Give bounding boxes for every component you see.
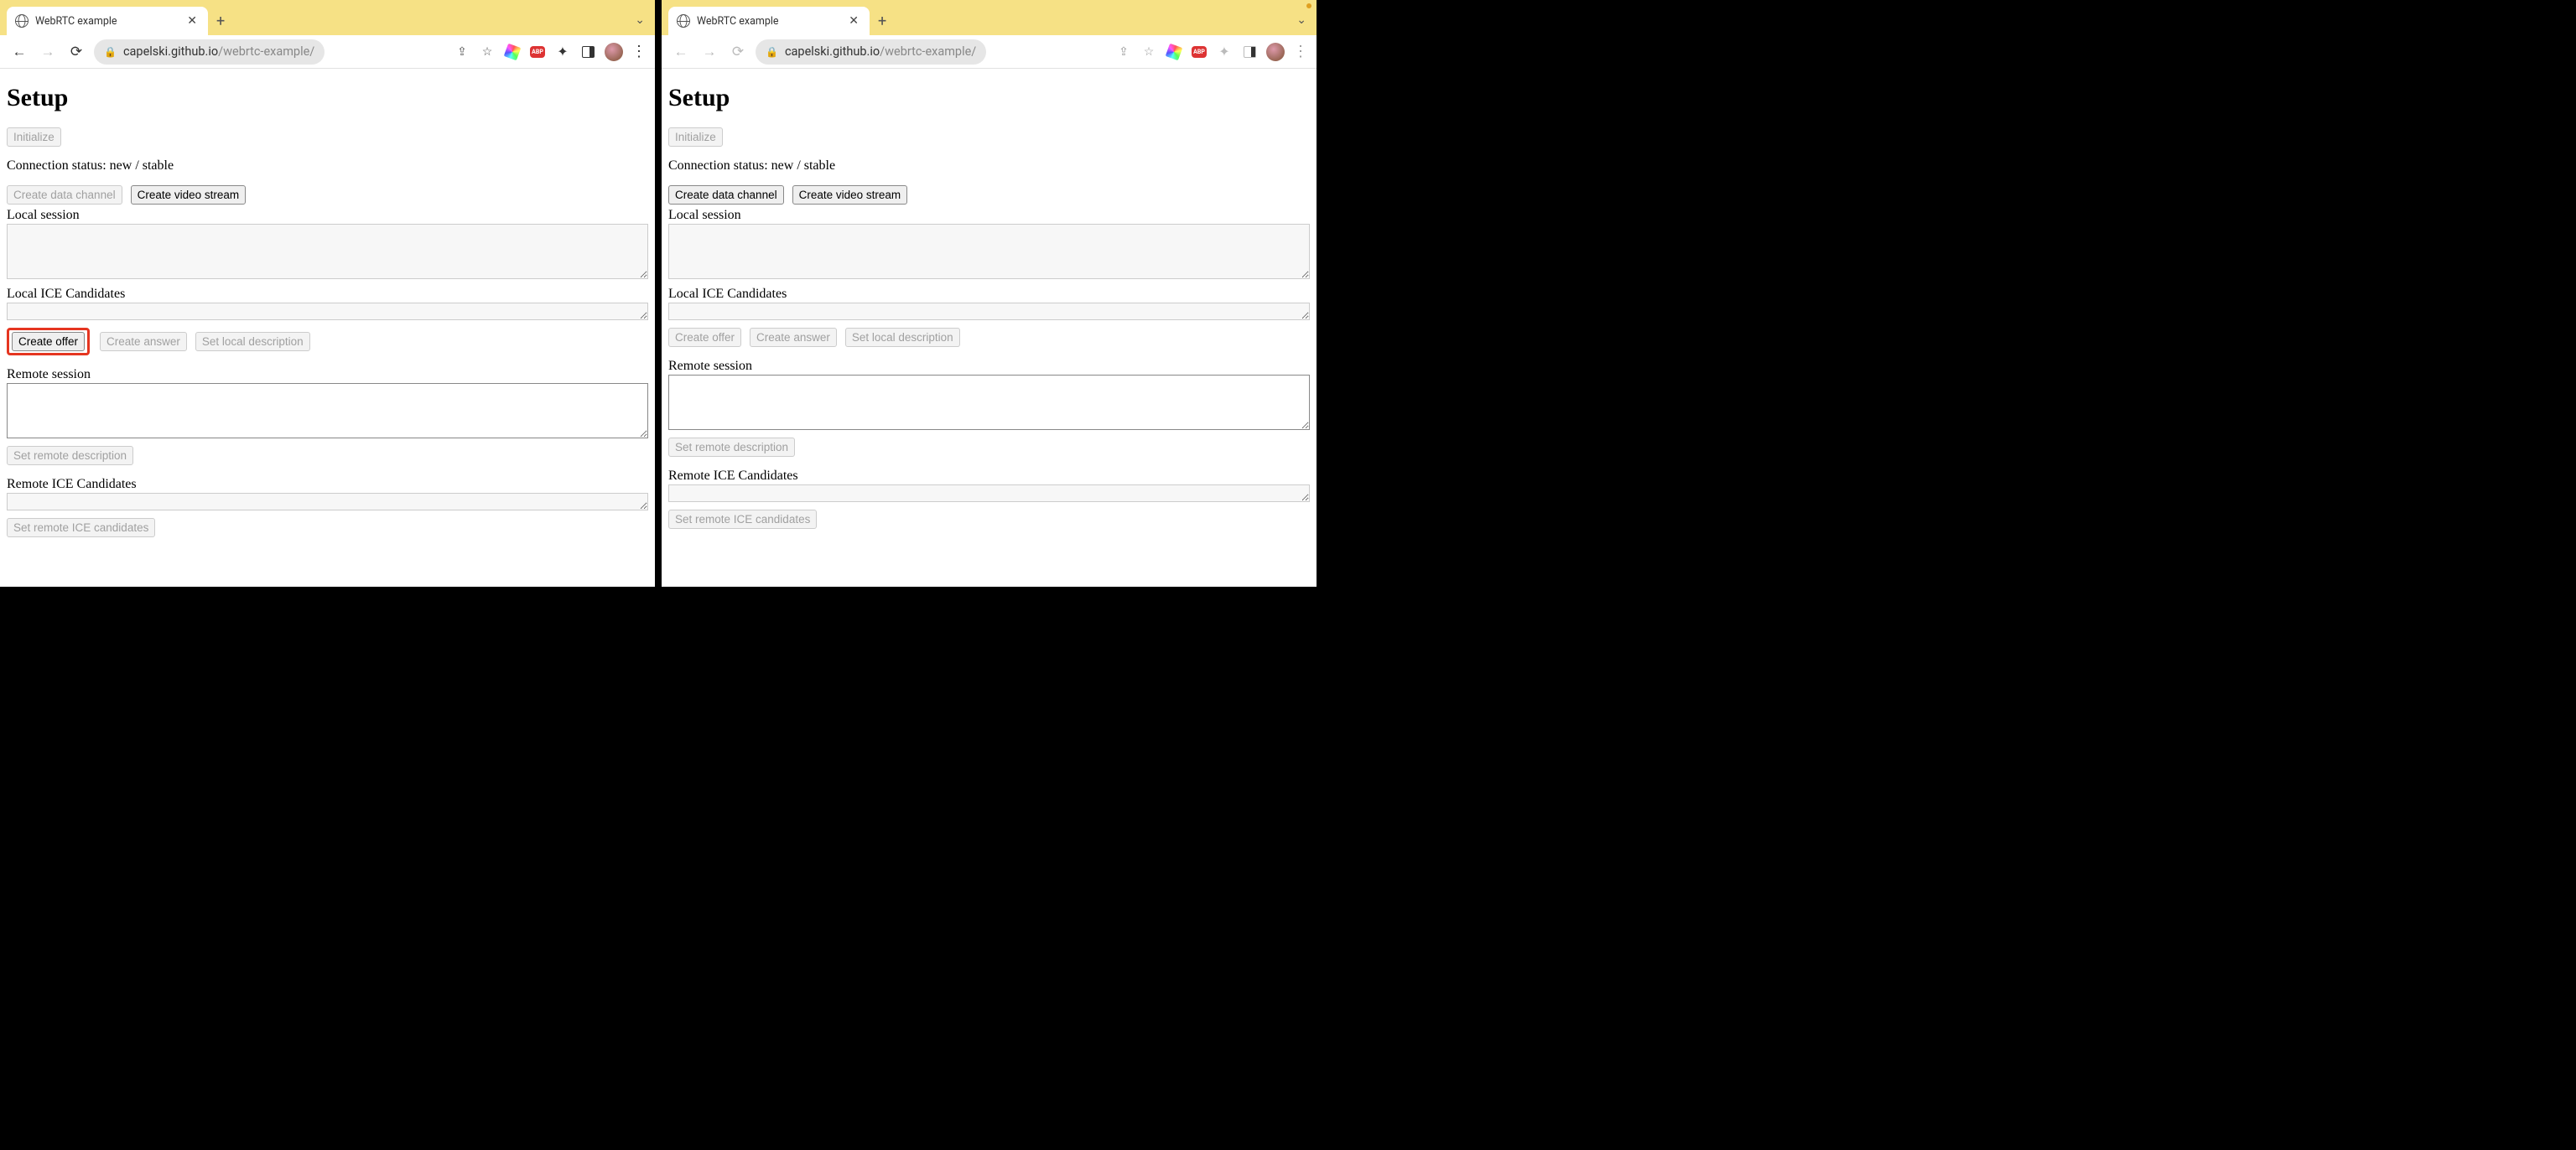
color-extension-icon[interactable]	[504, 44, 521, 60]
remote-ice-textarea[interactable]	[7, 493, 648, 510]
set-remote-description-button: Set remote description	[668, 438, 795, 457]
close-tab-icon[interactable]: ✕	[846, 14, 861, 28]
browser-tab[interactable]: WebRTC example ✕	[7, 7, 208, 35]
connection-status: Connection status: new / stable	[668, 158, 1310, 174]
back-button[interactable]: ←	[8, 41, 30, 63]
window-controls[interactable]	[1306, 3, 1311, 8]
page-heading: Setup	[7, 84, 648, 112]
tab-list-chevron-icon[interactable]: ⌄	[635, 13, 645, 27]
remote-ice-label: Remote ICE Candidates	[7, 477, 648, 492]
local-session-textarea	[668, 224, 1310, 279]
create-offer-button[interactable]: Create offer	[12, 332, 85, 351]
url-text: capelski.github.io/webrtc-example/	[123, 44, 314, 59]
tab-list-chevron-icon[interactable]: ⌄	[1296, 13, 1306, 27]
kebab-menu-icon[interactable]: ⋮	[1293, 43, 1308, 60]
back-button: ←	[670, 41, 692, 63]
address-bar[interactable]: 🔒 capelski.github.io/webrtc-example/	[756, 39, 986, 65]
new-tab-button[interactable]: +	[208, 13, 233, 30]
new-tab-button[interactable]: +	[870, 13, 895, 30]
initialize-button: Initialize	[668, 127, 723, 147]
set-remote-ice-button: Set remote ICE candidates	[668, 510, 817, 529]
page-content: Setup Initialize Connection status: new …	[662, 69, 1317, 587]
adblock-icon[interactable]: ABP	[529, 44, 546, 60]
toolbar-right: ⇪ ☆ ABP ✦ ⋮	[454, 43, 647, 61]
remote-session-textarea[interactable]	[668, 375, 1310, 430]
globe-icon	[15, 14, 29, 28]
create-video-stream-button[interactable]: Create video stream	[792, 185, 908, 205]
create-data-channel-button: Create data channel	[7, 185, 122, 205]
adblock-icon[interactable]: ABP	[1191, 44, 1208, 60]
create-answer-button: Create answer	[100, 332, 187, 351]
tab-strip: WebRTC example ✕ + ⌄	[0, 0, 655, 35]
close-tab-icon[interactable]: ✕	[184, 14, 200, 28]
set-remote-description-button: Set remote description	[7, 446, 133, 465]
forward-button: →	[699, 41, 720, 63]
reload-button[interactable]: ⟳	[65, 41, 87, 63]
create-data-channel-button[interactable]: Create data channel	[668, 185, 784, 205]
browser-toolbar: ← → ⟳ 🔒 capelski.github.io/webrtc-exampl…	[0, 35, 655, 69]
remote-ice-label: Remote ICE Candidates	[668, 469, 1310, 484]
local-session-label: Local session	[7, 208, 648, 223]
local-ice-textarea	[7, 303, 648, 320]
profile-avatar[interactable]	[1266, 43, 1285, 61]
local-ice-textarea	[668, 303, 1310, 320]
browser-window-left: WebRTC example ✕ + ⌄ ← → ⟳ 🔒 capelski.gi…	[0, 0, 655, 587]
lock-icon: 🔒	[766, 46, 778, 58]
page-content: Setup Initialize Connection status: new …	[0, 69, 655, 587]
remote-ice-textarea[interactable]	[668, 484, 1310, 502]
create-offer-highlight: Create offer	[7, 328, 90, 355]
tab-title: WebRTC example	[697, 15, 839, 28]
globe-icon	[677, 14, 690, 28]
bookmark-star-icon[interactable]: ☆	[1140, 44, 1157, 60]
address-bar[interactable]: 🔒 capelski.github.io/webrtc-example/	[94, 39, 325, 65]
browser-toolbar: ← → ⟳ 🔒 capelski.github.io/webrtc-exampl…	[662, 35, 1317, 69]
create-answer-button: Create answer	[750, 328, 837, 347]
tab-strip: WebRTC example ✕ + ⌄	[662, 0, 1317, 35]
initialize-button: Initialize	[7, 127, 61, 147]
side-panel-icon[interactable]	[579, 44, 596, 60]
create-video-stream-button[interactable]: Create video stream	[131, 185, 247, 205]
browser-window-right: WebRTC example ✕ + ⌄ ← → ⟳ 🔒 capelski.gi…	[662, 0, 1317, 587]
set-remote-ice-button: Set remote ICE candidates	[7, 518, 155, 537]
set-local-description-button: Set local description	[195, 332, 310, 351]
url-text: capelski.github.io/webrtc-example/	[785, 44, 976, 59]
set-local-description-button: Set local description	[845, 328, 960, 347]
kebab-menu-icon[interactable]: ⋮	[631, 43, 647, 60]
local-ice-label: Local ICE Candidates	[668, 287, 1310, 302]
remote-session-label: Remote session	[7, 367, 648, 382]
extensions-puzzle-icon[interactable]: ✦	[1216, 44, 1233, 60]
page-heading: Setup	[668, 84, 1310, 112]
reload-button[interactable]: ⟳	[727, 41, 749, 63]
remote-session-label: Remote session	[668, 359, 1310, 374]
window-divider[interactable]	[655, 0, 662, 587]
bookmark-star-icon[interactable]: ☆	[479, 44, 496, 60]
tab-title: WebRTC example	[35, 15, 178, 28]
color-extension-icon[interactable]	[1166, 44, 1182, 60]
share-icon[interactable]: ⇪	[454, 44, 470, 60]
local-ice-label: Local ICE Candidates	[7, 287, 648, 302]
side-panel-icon[interactable]	[1241, 44, 1258, 60]
toolbar-right: ⇪ ☆ ABP ✦ ⋮	[1115, 43, 1308, 61]
browser-tab[interactable]: WebRTC example ✕	[668, 7, 870, 35]
extensions-puzzle-icon[interactable]: ✦	[554, 44, 571, 60]
forward-button: →	[37, 41, 59, 63]
share-icon[interactable]: ⇪	[1115, 44, 1132, 60]
lock-icon: 🔒	[104, 46, 117, 58]
local-session-label: Local session	[668, 208, 1310, 223]
create-offer-button: Create offer	[668, 328, 741, 347]
local-session-textarea	[7, 224, 648, 279]
remote-session-textarea[interactable]	[7, 383, 648, 438]
profile-avatar[interactable]	[605, 43, 623, 61]
connection-status: Connection status: new / stable	[7, 158, 648, 174]
